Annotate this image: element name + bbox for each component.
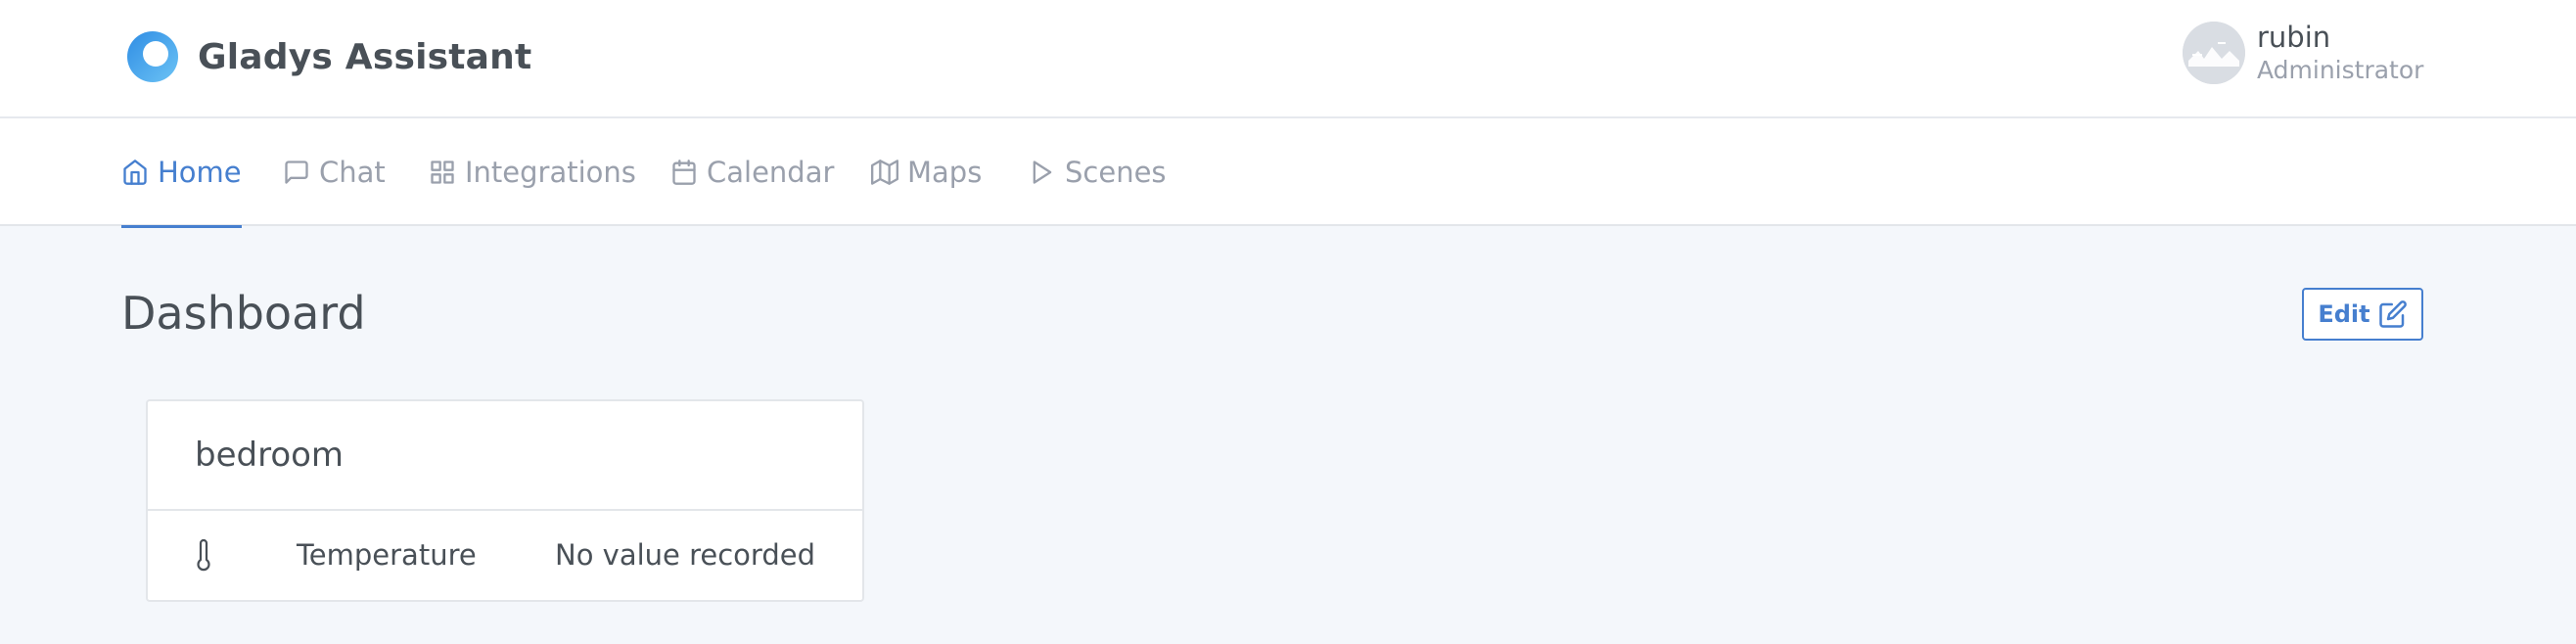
brand[interactable]: Gladys Assistant [123,27,531,86]
home-icon [123,160,147,185]
tab-chat-label: Chat [319,156,386,189]
avatar [2183,22,2245,84]
tab-home[interactable]: Home [121,118,242,228]
user-role: Administrator [2257,56,2424,84]
map-icon [871,160,898,185]
play-icon [1033,161,1052,184]
gladys-logo-icon [127,31,178,82]
grid-icon [431,161,454,184]
room-title: bedroom [195,436,345,475]
calendar-icon [672,160,696,185]
tab-chat[interactable]: Chat [283,118,386,226]
page-title: Dashboard [121,287,366,340]
user-menu[interactable]: rubin Administrator [2183,20,2423,86]
tab-maps-label: Maps [907,156,983,189]
room-card-header: bedroom [148,401,862,511]
tab-scenes[interactable]: Scenes [1029,118,1167,226]
sensor-value: No value recorded [555,538,815,572]
edit-icon [2378,300,2407,328]
user-name: rubin [2257,21,2331,54]
main-nav: Home Chat Integrations Calendar Maps Sce… [0,118,2576,228]
tab-integrations-label: Integrations [465,156,636,189]
tab-calendar-label: Calendar [707,156,835,189]
edit-button-label: Edit [2318,300,2370,328]
message-square-icon [285,161,308,184]
tab-maps[interactable]: Maps [871,118,982,226]
sensor-label: Temperature [297,538,477,572]
edit-button[interactable]: Edit [2302,288,2423,341]
room-card: bedroom Temperature No value recorded [146,399,864,602]
tab-home-label: Home [158,156,242,189]
brand-name: Gladys Assistant [198,36,532,77]
thermometer-icon [197,538,210,572]
tab-integrations[interactable]: Integrations [429,118,636,226]
tab-scenes-label: Scenes [1065,156,1167,189]
tab-calendar[interactable]: Calendar [670,118,834,226]
top-header: Gladys Assistant rubin Administrator [0,0,2576,118]
list-item: Temperature No value recorded [148,511,862,600]
